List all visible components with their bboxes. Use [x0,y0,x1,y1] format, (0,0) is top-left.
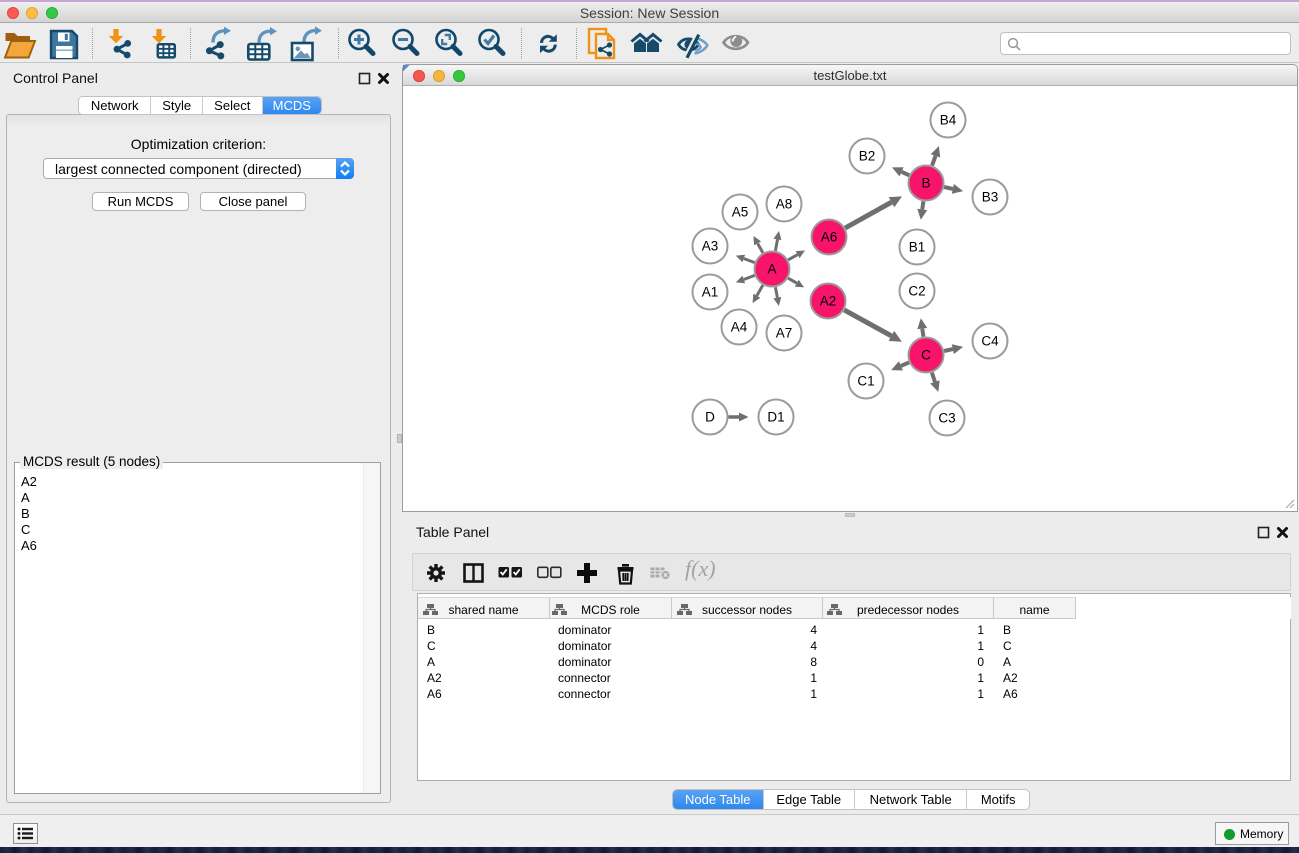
svg-text:A7: A7 [776,326,793,341]
svg-text:D: D [705,410,715,425]
svg-text:C3: C3 [938,411,955,426]
svg-text:A3: A3 [702,239,719,254]
svg-text:C1: C1 [857,374,874,389]
svg-text:B2: B2 [859,149,876,164]
svg-text:D1: D1 [767,410,784,425]
svg-text:B3: B3 [982,190,999,205]
svg-text:A6: A6 [821,230,838,245]
svg-text:A4: A4 [731,320,748,335]
svg-text:B4: B4 [940,113,957,128]
svg-text:C: C [921,348,931,363]
svg-text:C2: C2 [908,284,925,299]
svg-text:B1: B1 [909,240,926,255]
svg-text:A5: A5 [732,205,749,220]
svg-text:A1: A1 [702,285,719,300]
svg-text:A: A [767,262,776,277]
svg-text:B: B [921,176,930,191]
svg-text:A2: A2 [820,294,837,309]
svg-text:A8: A8 [776,197,793,212]
svg-text:C4: C4 [981,334,999,349]
